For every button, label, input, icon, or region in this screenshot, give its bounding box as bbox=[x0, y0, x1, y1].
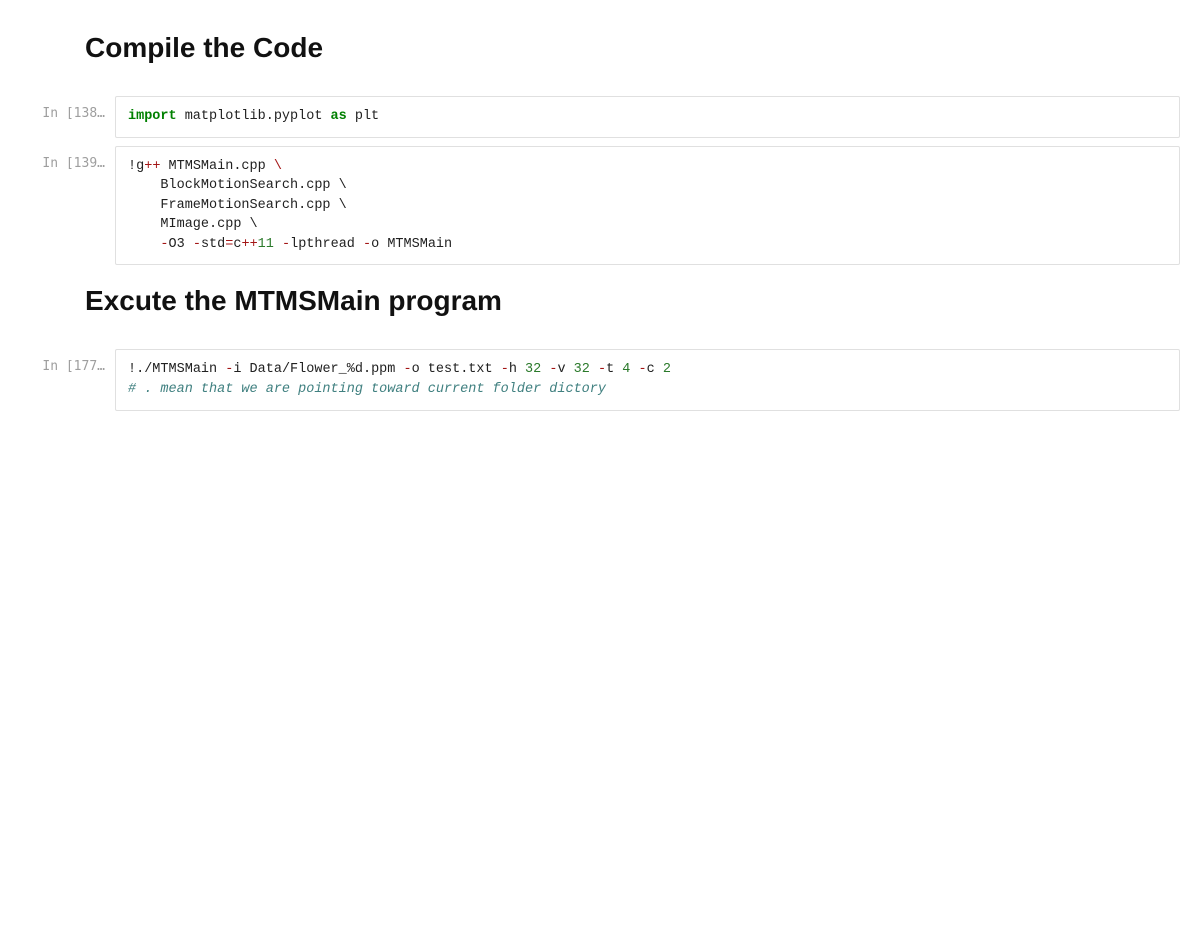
code-token: ! bbox=[128, 159, 136, 174]
code-content: !./MTMSMain -i Data/Flower_%d.ppm -o tes… bbox=[115, 349, 1180, 410]
notebook-container: Compile the Code In [138… import matplot… bbox=[20, 20, 1180, 411]
code-token: 32 bbox=[525, 362, 541, 377]
input-prompt: In [177… bbox=[20, 349, 115, 410]
code-token: # . mean that we are pointing toward cur… bbox=[128, 382, 606, 397]
heading-execute: Excute the MTMSMain program bbox=[20, 285, 1180, 317]
code-token: ++ bbox=[144, 159, 160, 174]
code-token: h bbox=[509, 362, 525, 377]
code-token bbox=[630, 362, 638, 377]
input-prompt: In [138… bbox=[20, 96, 115, 138]
code-token: o test.txt bbox=[412, 362, 501, 377]
markdown-content: Excute the MTMSMain program bbox=[20, 273, 1180, 331]
code-token: ++ bbox=[241, 237, 257, 252]
markdown-content: Compile the Code bbox=[20, 20, 1180, 78]
code-cell: In [138… import matplotlib.pyplot as plt bbox=[20, 96, 1180, 138]
code-token: MImage.cpp \ bbox=[128, 217, 258, 232]
code-token: MTMSMain.cpp bbox=[160, 159, 273, 174]
code-token: O3 bbox=[169, 237, 193, 252]
code-token: - bbox=[403, 362, 411, 377]
code-token: g bbox=[136, 159, 144, 174]
code-token: lpthread bbox=[290, 237, 363, 252]
code-input[interactable]: !./MTMSMain -i Data/Flower_%d.ppm -o tes… bbox=[115, 349, 1180, 410]
code-token bbox=[128, 237, 160, 252]
code-token: import bbox=[128, 109, 177, 124]
code-token: BlockMotionSearch.cpp \ bbox=[128, 178, 347, 193]
code-token: std bbox=[201, 237, 225, 252]
code-cell: In [139… !g++ MTMSMain.cpp \ BlockMotion… bbox=[20, 146, 1180, 266]
heading-compile: Compile the Code bbox=[20, 32, 1180, 64]
code-token: - bbox=[639, 362, 647, 377]
code-token: plt bbox=[347, 109, 379, 124]
markdown-cell: Excute the MTMSMain program bbox=[20, 273, 1180, 341]
markdown-cell: Compile the Code bbox=[20, 20, 1180, 88]
code-token: - bbox=[501, 362, 509, 377]
code-token: v bbox=[557, 362, 573, 377]
code-token: - bbox=[363, 237, 371, 252]
code-token: as bbox=[331, 109, 347, 124]
code-content: !g++ MTMSMain.cpp \ BlockMotionSearch.cp… bbox=[115, 146, 1180, 266]
code-token: - bbox=[598, 362, 606, 377]
code-token: ! bbox=[128, 362, 136, 377]
code-token: o MTMSMain bbox=[371, 237, 452, 252]
code-token: - bbox=[193, 237, 201, 252]
code-token bbox=[590, 362, 598, 377]
code-token: 32 bbox=[574, 362, 590, 377]
code-token: \ bbox=[274, 159, 282, 174]
code-token: i Data/Flower_%d.ppm bbox=[233, 362, 403, 377]
code-token: matplotlib.pyplot bbox=[177, 109, 331, 124]
code-token: - bbox=[282, 237, 290, 252]
code-token: ./MTMSMain bbox=[136, 362, 225, 377]
code-token: t bbox=[606, 362, 622, 377]
code-content: import matplotlib.pyplot as plt bbox=[115, 96, 1180, 138]
code-token: c bbox=[647, 362, 663, 377]
code-token: - bbox=[160, 237, 168, 252]
input-prompt: In [139… bbox=[20, 146, 115, 266]
code-input[interactable]: import matplotlib.pyplot as plt bbox=[115, 96, 1180, 138]
code-token bbox=[274, 237, 282, 252]
code-token: 11 bbox=[258, 237, 274, 252]
code-input[interactable]: !g++ MTMSMain.cpp \ BlockMotionSearch.cp… bbox=[115, 146, 1180, 266]
code-token: FrameMotionSearch.cpp \ bbox=[128, 198, 347, 213]
code-cell: In [177… !./MTMSMain -i Data/Flower_%d.p… bbox=[20, 349, 1180, 410]
code-token: 2 bbox=[663, 362, 671, 377]
